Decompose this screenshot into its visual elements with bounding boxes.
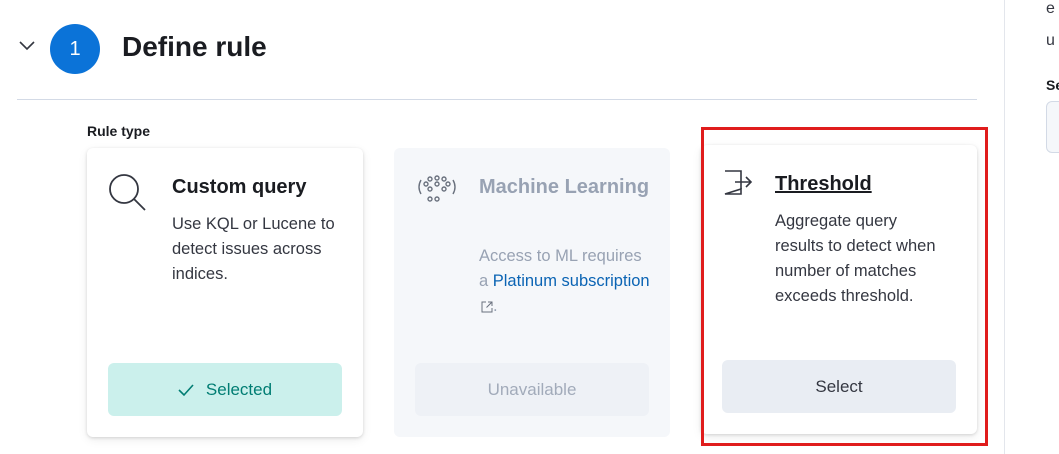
highlight-annotation-box [701, 127, 988, 446]
description-suffix: . [493, 297, 498, 315]
right-panel-text: e [1046, 0, 1055, 17]
card-custom-query[interactable]: Custom query Use KQL or Lucene to detect… [87, 148, 363, 437]
chevron-down-icon[interactable] [18, 36, 36, 54]
step-number: 1 [69, 37, 81, 60]
ml-nodes-icon [418, 175, 456, 202]
checkmark-icon [178, 383, 194, 396]
step-title: Define rule [122, 31, 267, 62]
card-description: Use KQL or Lucene to detect issues acros… [172, 215, 335, 283]
platinum-subscription-link[interactable]: Platinum subscription [479, 272, 650, 315]
right-panel: e u Se [1005, 0, 1059, 454]
unavailable-button-label: Unavailable [487, 379, 577, 399]
right-panel-input[interactable] [1046, 101, 1059, 153]
selected-button[interactable]: Selected [108, 363, 342, 416]
card-machine-learning: Machine Learning Access to ML requires a… [394, 148, 670, 437]
main-panel: 1 Define rule Rule type Custom query Use… [0, 0, 1004, 454]
card-title: Custom query [172, 176, 307, 198]
selected-button-label: Selected [205, 379, 273, 399]
section-divider [17, 99, 977, 100]
magnifier-icon [109, 174, 146, 211]
rule-type-label: Rule type [87, 123, 151, 139]
right-panel-text: u [1046, 32, 1055, 49]
card-title: Machine Learning [479, 176, 650, 198]
external-link-icon [481, 301, 493, 313]
right-panel-label: Se [1046, 77, 1059, 93]
step-number-badge: 1 [50, 24, 100, 74]
link-text: Platinum subscription [492, 272, 650, 290]
unavailable-button: Unavailable [415, 363, 649, 416]
card-description: Access to ML requires a Platinum subscri… [479, 244, 654, 319]
